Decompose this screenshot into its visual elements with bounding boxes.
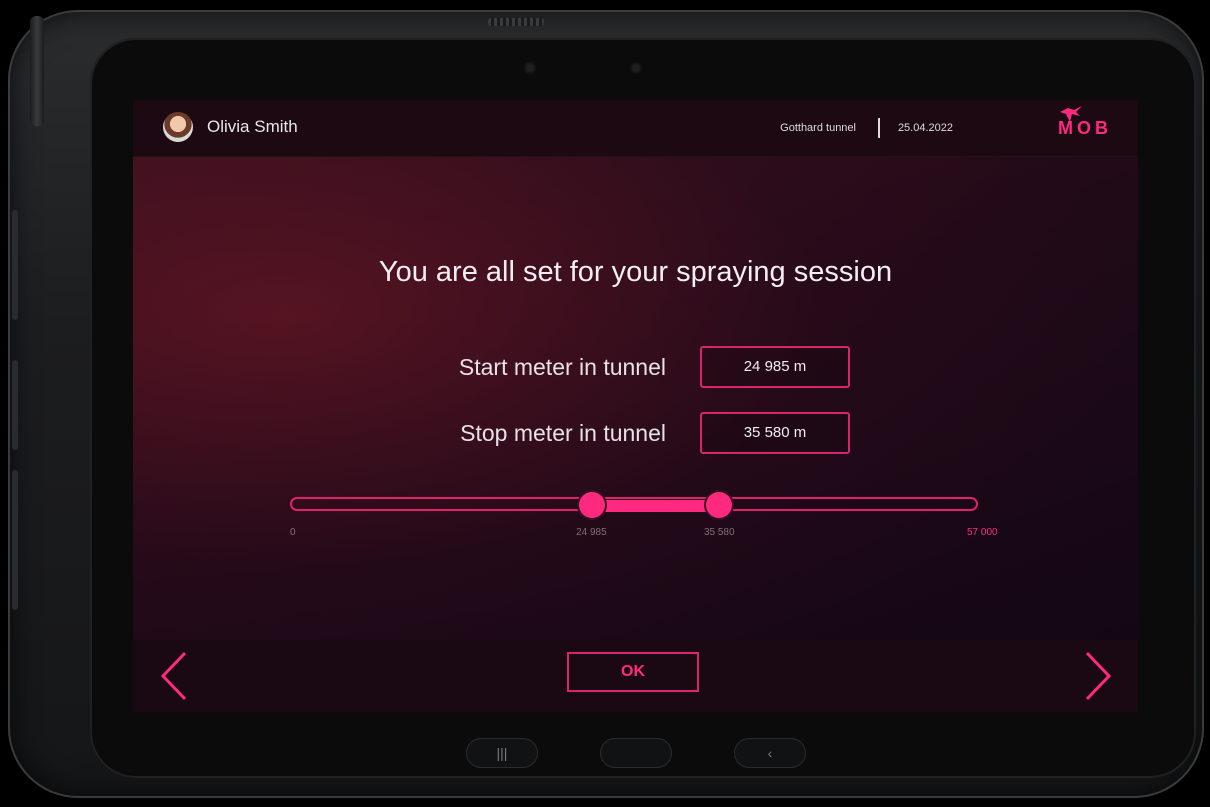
range-slider-fill	[591, 500, 720, 512]
range-slider-stop-handle[interactable]	[706, 492, 733, 518]
start-meter-input[interactable]: 24 985 m	[700, 346, 850, 388]
divider	[878, 118, 880, 138]
recents-icon[interactable]: |||	[466, 738, 538, 768]
slider-start-label: 24 985	[576, 527, 607, 538]
ok-button[interactable]: OK	[567, 652, 699, 692]
side-button-3	[12, 470, 18, 610]
start-meter-label: Start meter in tunnel	[458, 354, 666, 380]
slider-stop-label: 35 580	[703, 527, 735, 538]
sensor-icon	[632, 64, 640, 72]
stop-meter-label: Stop meter in tunnel	[460, 420, 666, 446]
slider-min-label: 0	[290, 527, 296, 538]
avatar[interactable]	[163, 112, 193, 142]
chevron-left-icon[interactable]	[155, 647, 195, 705]
app-screen: Olivia Smith Gotthard tunnel 25.04.2022 …	[133, 100, 1138, 712]
stop-meter-input[interactable]: 35 580 m	[700, 412, 850, 454]
date-label: 25.04.2022	[897, 122, 953, 134]
stylus-antenna	[30, 16, 44, 126]
side-button-2	[12, 360, 18, 450]
range-slider-start-handle[interactable]	[578, 492, 605, 518]
back-icon[interactable]: ‹	[734, 738, 806, 768]
camera-icon	[526, 64, 534, 72]
chevron-right-icon[interactable]	[1077, 647, 1117, 705]
brand-logo: MOB	[1058, 118, 1112, 138]
slider-max-label: 57 000	[967, 527, 998, 538]
top-vent	[488, 18, 544, 26]
top-bar: Olivia Smith Gotthard tunnel 25.04.2022 …	[133, 100, 1138, 157]
page-title: You are all set for your spraying sessio…	[378, 256, 893, 288]
location-label: Gotthard tunnel	[780, 122, 856, 134]
home-icon[interactable]	[600, 738, 672, 768]
user-name: Olivia Smith	[207, 117, 298, 136]
side-button-1	[12, 210, 18, 320]
